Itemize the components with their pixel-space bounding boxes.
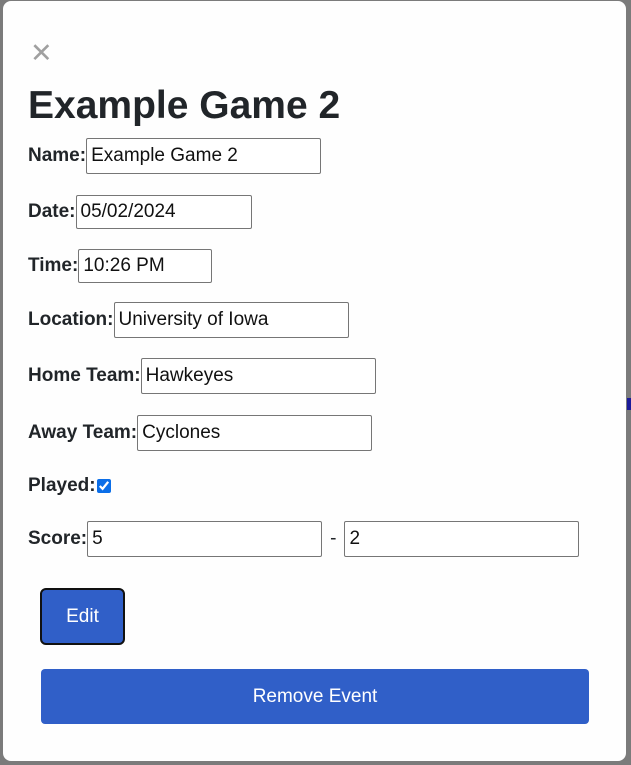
- date-input[interactable]: [75, 194, 252, 229]
- location-row: Location:: [28, 301, 349, 338]
- away-team-row: Away Team:: [28, 414, 373, 451]
- played-row: Played:: [28, 467, 111, 504]
- time-input[interactable]: [78, 248, 213, 283]
- home-team-label: Home Team:: [28, 364, 141, 386]
- location-input[interactable]: [113, 301, 349, 338]
- edit-button[interactable]: Edit: [40, 588, 125, 645]
- name-input[interactable]: [86, 137, 322, 174]
- name-row: Name:: [28, 137, 322, 174]
- score-row: Score: -: [28, 520, 580, 557]
- score-separator: -: [330, 527, 337, 549]
- played-label: Played:: [28, 474, 96, 496]
- away-team-input[interactable]: [137, 414, 373, 451]
- name-label: Name:: [28, 144, 87, 166]
- away-score-input[interactable]: [344, 520, 580, 557]
- location-label: Location:: [28, 308, 114, 330]
- remove-event-button[interactable]: Remove Event: [41, 669, 589, 724]
- played-checkbox[interactable]: [96, 478, 111, 493]
- date-row: Date:: [28, 193, 252, 230]
- time-row: Time:: [28, 247, 213, 284]
- date-label: Date:: [28, 200, 76, 222]
- home-score-input[interactable]: [87, 520, 323, 557]
- event-modal: ✕ Example Game 2 Name: Date: Time: Locat…: [3, 1, 626, 761]
- home-team-input[interactable]: [140, 357, 376, 394]
- background-link-fragment: [627, 398, 631, 410]
- time-label: Time:: [28, 254, 79, 276]
- home-team-row: Home Team:: [28, 357, 376, 394]
- modal-title: Example Game 2: [28, 84, 341, 127]
- close-icon[interactable]: ✕: [30, 40, 53, 67]
- away-team-label: Away Team:: [28, 421, 138, 443]
- score-label: Score:: [28, 527, 88, 549]
